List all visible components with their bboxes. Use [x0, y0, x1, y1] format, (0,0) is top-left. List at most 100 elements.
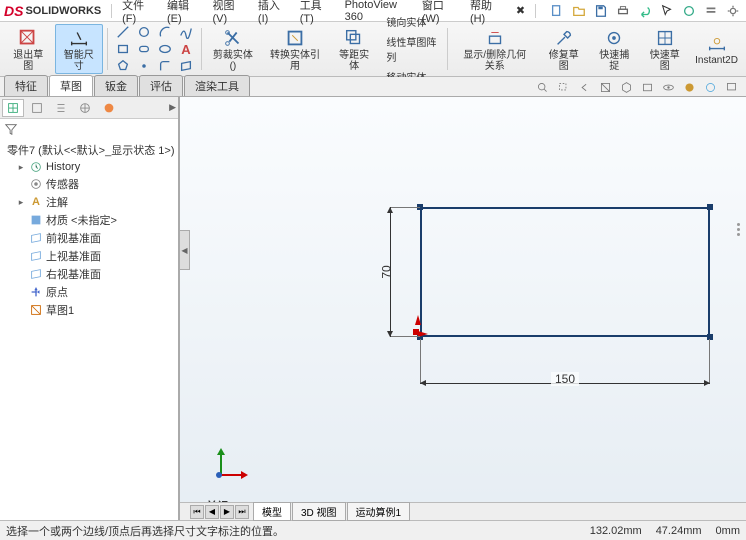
sketch-icon	[29, 303, 43, 317]
repair-button[interactable]: 修复草图	[539, 24, 588, 74]
rectangle-icon[interactable]	[114, 41, 132, 57]
trim-button[interactable]: 剪裁实体()	[206, 24, 260, 74]
tab-features[interactable]: 特征	[4, 75, 48, 96]
polygon-icon[interactable]	[114, 58, 132, 74]
rapid-sketch-icon	[654, 27, 676, 49]
panel-expand-icon[interactable]: ▶	[169, 102, 176, 113]
tab-sketch[interactable]: 草图	[49, 75, 93, 96]
menu-search-icon[interactable]: ✖	[510, 2, 531, 19]
exit-sketch-icon	[17, 27, 39, 49]
menu-file[interactable]: 文件(F)	[116, 0, 159, 27]
config-tab-icon[interactable]	[50, 99, 72, 117]
instant2d-button[interactable]: Instant2D	[691, 24, 742, 74]
expand-icon[interactable]: ▸	[16, 197, 26, 207]
tab-model[interactable]: 模型	[253, 502, 291, 521]
mirror-button[interactable]: 镜向实体	[382, 12, 441, 31]
display-style-icon[interactable]	[638, 79, 656, 95]
zoom-area-icon[interactable]	[554, 79, 572, 95]
zoom-fit-icon[interactable]	[533, 79, 551, 95]
quick-access-toolbar	[548, 2, 742, 20]
panel-collapse-handle[interactable]: ◀	[180, 230, 190, 270]
tree-top-plane[interactable]: 上视基准面	[2, 247, 176, 265]
appearance-icon[interactable]	[680, 79, 698, 95]
tree-root[interactable]: 零件7 (默认<<默认>_显示状态 1>)	[2, 141, 176, 159]
print-icon[interactable]	[614, 2, 632, 20]
tree-right-plane[interactable]: 右视基准面	[2, 265, 176, 283]
new-icon[interactable]	[548, 2, 566, 20]
hide-show-icon[interactable]	[659, 79, 677, 95]
prev-view-icon[interactable]	[575, 79, 593, 95]
vertex[interactable]	[707, 334, 713, 340]
menu-tools[interactable]: 工具(T)	[294, 0, 337, 27]
rapid-sketch-button[interactable]: 快速草图	[641, 24, 690, 74]
property-tab-icon[interactable]	[26, 99, 48, 117]
scroll-last-icon[interactable]: ⏭	[235, 505, 249, 519]
scroll-first-icon[interactable]: ⏮	[190, 505, 204, 519]
rectangle-geometry[interactable]	[420, 207, 710, 337]
circle-icon[interactable]	[135, 24, 153, 40]
task-pane-handle[interactable]	[734, 189, 742, 269]
pattern-button[interactable]: 线性草图阵列	[382, 32, 441, 66]
graphics-area[interactable]: 70 150 *前视 ⏮ ◀ ▶ ⏭ 模型 3D 视图 运动算例1	[180, 97, 746, 520]
open-icon[interactable]	[570, 2, 588, 20]
spline-icon[interactable]	[177, 24, 195, 40]
view-orient-icon[interactable]	[617, 79, 635, 95]
smart-dimension-icon	[68, 27, 90, 49]
tab-evaluate[interactable]: 评估	[139, 75, 183, 96]
menu-help[interactable]: 帮助(H)	[464, 0, 508, 27]
save-icon[interactable]	[592, 2, 610, 20]
point-icon[interactable]	[135, 58, 153, 74]
offset-button[interactable]: 等距实体	[330, 24, 379, 74]
rebuild-icon[interactable]	[680, 2, 698, 20]
view-settings-icon[interactable]	[722, 79, 740, 95]
plane-icon[interactable]	[177, 58, 195, 74]
line-icon[interactable]	[114, 24, 132, 40]
tree-sketch1[interactable]: 草图1	[2, 301, 176, 319]
select-icon[interactable]	[658, 2, 676, 20]
text-icon[interactable]: A	[177, 41, 195, 57]
dimension-height[interactable]: 70	[382, 207, 402, 337]
scene-icon[interactable]	[701, 79, 719, 95]
exit-sketch-button[interactable]: 退出草图	[4, 24, 53, 74]
options-icon[interactable]	[702, 2, 720, 20]
scroll-next-icon[interactable]: ▶	[220, 505, 234, 519]
material-icon	[29, 213, 43, 227]
menu-edit[interactable]: 编辑(E)	[161, 0, 204, 27]
dimension-width[interactable]: 150	[420, 375, 710, 395]
scroll-prev-icon[interactable]: ◀	[205, 505, 219, 519]
status-coord-z: 0mm	[716, 525, 740, 537]
arc-icon[interactable]	[156, 24, 174, 40]
tree-annotations[interactable]: ▸A注解	[2, 193, 176, 211]
vertex[interactable]	[707, 204, 713, 210]
menu-insert[interactable]: 插入(I)	[252, 0, 292, 27]
filter-icon[interactable]	[2, 121, 20, 137]
convert-button[interactable]: 转换实体引用	[262, 24, 328, 74]
tab-sheetmetal[interactable]: 钣金	[94, 75, 138, 96]
tree-material[interactable]: 材质 <未指定>	[2, 211, 176, 229]
display-tab-icon[interactable]	[98, 99, 120, 117]
slot-icon[interactable]	[135, 41, 153, 57]
feature-tree-tab-icon[interactable]	[2, 99, 24, 117]
tab-3dview[interactable]: 3D 视图	[292, 502, 346, 521]
undo-icon[interactable]	[636, 2, 654, 20]
tree-sensors[interactable]: 传感器	[2, 175, 176, 193]
origin-y-arrow-icon	[415, 315, 421, 325]
fillet-icon[interactable]	[156, 58, 174, 74]
settings-icon[interactable]	[724, 2, 742, 20]
orientation-triad[interactable]	[202, 454, 242, 494]
relations-button[interactable]: 显示/删除几何关系	[452, 24, 537, 74]
tab-motion[interactable]: 运动算例1	[347, 502, 411, 521]
tree-origin[interactable]: 原点	[2, 283, 176, 301]
dimxpert-tab-icon[interactable]	[74, 99, 96, 117]
ellipse-icon[interactable]	[156, 41, 174, 57]
tab-render[interactable]: 渲染工具	[184, 75, 250, 96]
trim-icon	[222, 27, 244, 49]
tree-history[interactable]: ▸History	[2, 159, 176, 175]
tree-front-plane[interactable]: 前视基准面	[2, 229, 176, 247]
section-icon[interactable]	[596, 79, 614, 95]
snap-button[interactable]: 快速捕捉	[590, 24, 639, 74]
smart-dimension-button[interactable]: 智能尺寸	[55, 24, 104, 74]
origin-point-icon	[413, 329, 419, 335]
menu-view[interactable]: 视图(V)	[206, 0, 249, 27]
expand-icon[interactable]: ▸	[16, 162, 26, 172]
